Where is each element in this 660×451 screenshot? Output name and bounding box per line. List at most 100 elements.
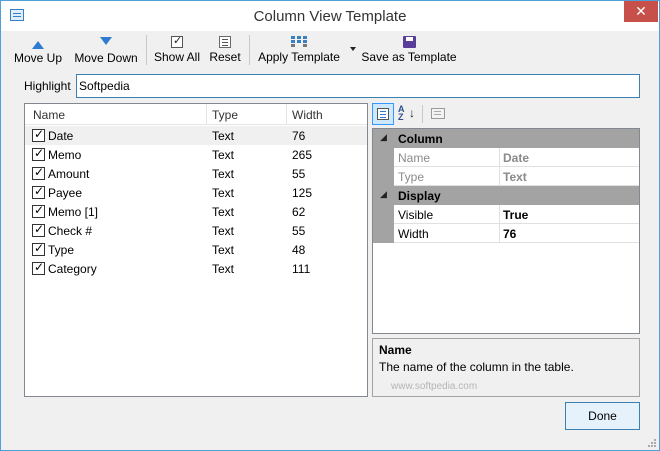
property-value[interactable]: Date xyxy=(501,148,639,166)
header-divider[interactable] xyxy=(206,104,207,125)
row-type: Text xyxy=(212,167,235,181)
sort-arrow-icon: ↓ xyxy=(409,106,415,120)
row-type: Text xyxy=(212,243,235,257)
header-width[interactable]: Width xyxy=(292,108,323,122)
row-width: 265 xyxy=(292,148,313,162)
row-type: Text xyxy=(212,186,235,200)
row-type: Text xyxy=(212,262,235,276)
property-grid-toolbar: AZ ↓ xyxy=(372,103,640,125)
row-width: 76 xyxy=(292,129,306,143)
title-bar: Column View Template ✕ xyxy=(1,1,659,31)
row-width: 62 xyxy=(292,205,306,219)
list-row[interactable]: Payee Text 125 xyxy=(25,183,367,202)
property-gutter xyxy=(373,167,394,186)
reset-button[interactable]: Reset xyxy=(207,33,243,67)
dialog-window: Column View Template ✕ Move Up Move Down… xyxy=(0,0,660,451)
toolbar-separator xyxy=(249,35,250,65)
show-all-button[interactable]: Show All xyxy=(151,33,203,67)
category-name: Display xyxy=(398,189,441,203)
list-row[interactable]: Date Text 76 xyxy=(25,126,367,145)
header-divider[interactable] xyxy=(286,104,287,125)
row-name: Payee xyxy=(48,186,83,200)
list-row[interactable]: Memo [1] Text 62 xyxy=(25,202,367,221)
categorized-icon xyxy=(377,108,389,120)
property-gutter xyxy=(373,224,394,243)
row-checkbox[interactable] xyxy=(32,165,45,180)
property-value[interactable]: True xyxy=(501,205,639,223)
highlight-input[interactable] xyxy=(76,74,640,98)
list-row[interactable]: Category Text 111 xyxy=(25,259,367,278)
arrow-down-icon xyxy=(100,37,112,49)
property-pages-button[interactable] xyxy=(427,103,449,125)
sort-az-icon: AZ xyxy=(398,104,405,122)
row-checkbox[interactable] xyxy=(32,203,45,218)
window-title: Column View Template xyxy=(253,8,407,25)
property-pages-icon xyxy=(431,108,445,119)
row-type: Text xyxy=(212,148,235,162)
property-value[interactable]: Text xyxy=(501,167,639,185)
list-row[interactable]: Check # Text 55 xyxy=(25,221,367,240)
row-name: Category xyxy=(48,262,97,276)
categorized-button[interactable] xyxy=(372,103,394,125)
row-width: 48 xyxy=(292,243,306,257)
row-checkbox[interactable] xyxy=(32,146,45,161)
dropdown-arrow-icon[interactable] xyxy=(350,47,356,51)
row-width: 125 xyxy=(292,186,313,200)
row-name: Check # xyxy=(48,224,93,238)
property-name: Type xyxy=(394,167,500,185)
help-description: The name of the column in the table. xyxy=(379,360,574,374)
done-button[interactable]: Done xyxy=(565,402,640,430)
move-up-label: Move Up xyxy=(13,51,63,65)
property-grid: ◢ Column Name Date Type Text ◢ Display V… xyxy=(372,128,640,334)
category-column[interactable]: ◢ Column xyxy=(373,129,639,148)
row-width: 55 xyxy=(292,224,306,238)
property-name: Width xyxy=(394,224,500,242)
header-name[interactable]: Name xyxy=(33,108,65,122)
category-display[interactable]: ◢ Display xyxy=(373,186,639,205)
list-icon xyxy=(219,36,231,48)
row-type: Text xyxy=(212,205,235,219)
reset-label: Reset xyxy=(209,50,241,64)
header-type[interactable]: Type xyxy=(212,108,238,122)
checkbox-icon xyxy=(171,34,183,48)
save-disk-icon xyxy=(402,36,416,48)
toolbar-separator xyxy=(146,35,147,65)
toolbar-separator xyxy=(422,105,423,123)
row-width: 55 xyxy=(292,167,306,181)
property-row[interactable]: Name Date xyxy=(373,148,639,167)
resize-grip-icon[interactable] xyxy=(646,437,656,447)
list-row[interactable]: Memo Text 265 xyxy=(25,145,367,164)
move-up-button[interactable]: Move Up xyxy=(11,33,65,67)
property-name: Name xyxy=(394,148,500,166)
row-name: Date xyxy=(48,129,74,143)
list-header: Name Type Width xyxy=(25,104,367,125)
save-as-template-label: Save as Template xyxy=(361,50,457,64)
collapse-icon[interactable]: ◢ xyxy=(380,189,387,200)
row-name: Memo xyxy=(48,148,82,162)
row-checkbox[interactable] xyxy=(32,184,45,199)
row-checkbox[interactable] xyxy=(32,222,45,237)
row-checkbox[interactable] xyxy=(32,260,45,275)
move-down-button[interactable]: Move Down xyxy=(71,33,141,67)
save-as-template-button[interactable]: Save as Template xyxy=(360,33,458,67)
help-title: Name xyxy=(379,343,412,357)
highlight-label: Highlight xyxy=(24,79,71,93)
property-row[interactable]: Type Text xyxy=(373,167,639,186)
property-gutter xyxy=(373,148,394,167)
close-button[interactable]: ✕ xyxy=(624,1,658,22)
row-checkbox[interactable] xyxy=(32,127,45,142)
list-row[interactable]: Amount Text 55 xyxy=(25,164,367,183)
row-name: Type xyxy=(48,243,75,257)
alphabetical-button[interactable]: AZ ↓ xyxy=(396,103,418,125)
property-name: Visible xyxy=(394,205,500,223)
collapse-icon[interactable]: ◢ xyxy=(380,132,387,143)
columns-list: Name Type Width Date Text 76 Memo Text 2… xyxy=(24,103,368,397)
property-value[interactable]: 76 xyxy=(501,224,639,242)
list-row[interactable]: Type Text 48 xyxy=(25,240,367,259)
property-row[interactable]: Width 76 xyxy=(373,224,639,243)
row-checkbox[interactable] xyxy=(32,241,45,256)
property-row[interactable]: Visible True xyxy=(373,205,639,224)
property-gutter xyxy=(373,205,394,224)
apply-template-button[interactable]: Apply Template xyxy=(254,33,344,67)
grid-icon xyxy=(291,36,307,48)
